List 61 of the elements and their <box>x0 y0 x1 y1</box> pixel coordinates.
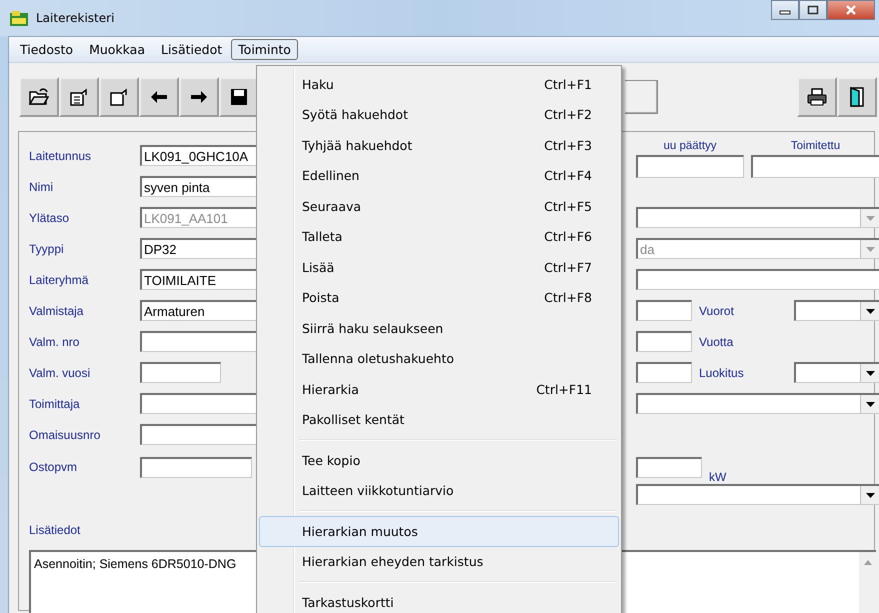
input-field[interactable] <box>636 331 692 352</box>
close-button[interactable] <box>827 0 875 20</box>
menu-item[interactable]: Hierarkia Ctrl+F11 <box>259 374 619 404</box>
field-label: Valm. vuosi <box>29 366 92 380</box>
menu-bar-item[interactable]: Lisätiedot <box>154 39 230 60</box>
field-label: Toimitettu <box>790 140 840 152</box>
maximize-button[interactable] <box>799 0 827 20</box>
unit-label: kW <box>709 470 726 484</box>
input-field[interactable] <box>636 155 744 178</box>
field-label: Valmistaja <box>29 304 84 318</box>
dropdown[interactable] <box>636 484 879 505</box>
left-arrow-icon <box>150 90 168 104</box>
input-field[interactable] <box>636 456 702 478</box>
menu-item[interactable]: Tarkastuskortti <box>259 587 619 613</box>
document-icon <box>69 88 89 106</box>
field-label: Lisätiedot <box>29 523 80 537</box>
field-label: Ostopvm <box>29 460 78 474</box>
field-label: Laitetunnus <box>29 148 92 162</box>
menu-bar-item[interactable]: Toiminto <box>231 39 298 60</box>
menu-item[interactable]: Tallenna oletushakuehto <box>259 344 619 374</box>
dropdown[interactable] <box>794 300 879 321</box>
scrollbar[interactable] <box>859 552 876 613</box>
menu-item[interactable]: Laitteen viikkotuntiarvio <box>259 476 619 506</box>
field-label: Tyyppi <box>29 242 65 256</box>
app-icon <box>10 10 28 26</box>
close-icon <box>845 5 857 15</box>
field-label: Toimittaja <box>29 396 81 410</box>
maximize-icon <box>807 5 819 15</box>
document-icon <box>109 88 129 106</box>
field-label: uu päättyy <box>663 140 717 152</box>
dropdown[interactable] <box>636 207 879 228</box>
door-icon <box>849 87 865 107</box>
input-field[interactable] <box>636 362 692 383</box>
field-label: Vuotta <box>699 334 734 348</box>
scroll-up-icon <box>864 560 872 565</box>
field-label: Valm. nro <box>29 334 80 348</box>
window-title: Laiterekisteri <box>36 11 114 25</box>
field-label: Vuorot <box>699 304 734 318</box>
minimize-button[interactable] <box>771 0 799 20</box>
field-label: Nimi <box>29 180 54 194</box>
input-field[interactable] <box>636 300 692 321</box>
menu-bar-item[interactable]: Tiedosto <box>13 39 80 60</box>
field-label: Laiteryhmä <box>29 272 90 286</box>
menu-item[interactable]: Tee kopio <box>259 445 619 476</box>
menu-item[interactable]: Pakolliset kentät <box>259 404 619 435</box>
menu-item[interactable]: Hierarkian muutos <box>259 516 619 546</box>
right-arrow-icon <box>190 90 208 104</box>
menu-item[interactable]: Haku Ctrl+F1 <box>259 69 619 100</box>
menu-bar-item[interactable]: Muokkaa <box>82 39 152 60</box>
field-label: Ylätaso <box>29 210 70 224</box>
folder-icon <box>29 88 49 106</box>
dropdown[interactable] <box>636 393 879 414</box>
field-label: Omaisuusnro <box>29 428 102 442</box>
printer-icon <box>807 88 827 106</box>
input-field[interactable] <box>140 362 221 383</box>
input-field[interactable] <box>140 456 252 478</box>
input-field[interactable] <box>751 155 879 178</box>
dropdown[interactable] <box>794 362 879 383</box>
field-label: Luokitus <box>699 366 744 380</box>
input-field[interactable] <box>636 269 879 290</box>
menu-item[interactable]: Syötä hakuehdot Ctrl+F2 <box>259 100 619 130</box>
